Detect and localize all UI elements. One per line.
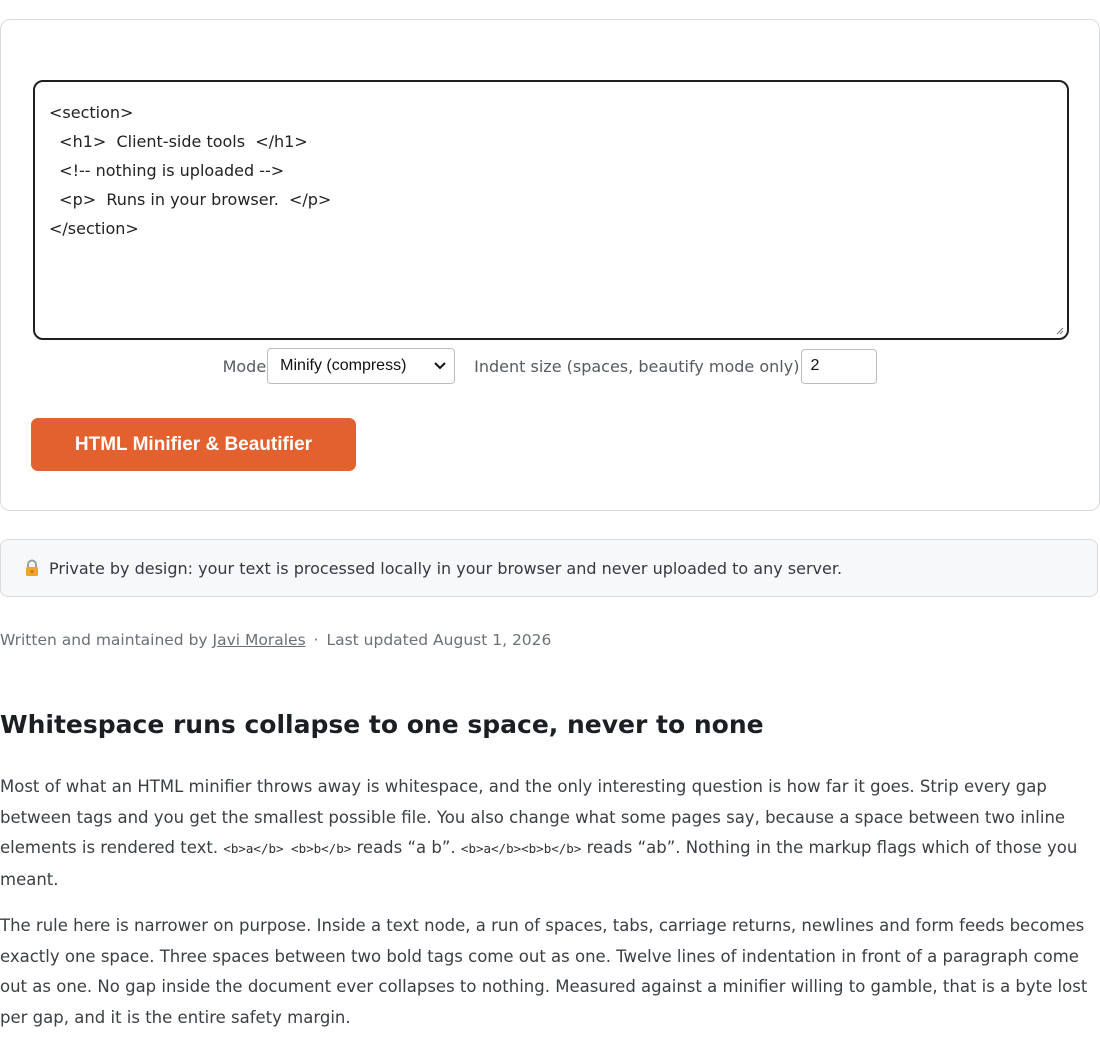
editor-line: <!-- nothing is uploaded --> <box>49 161 285 180</box>
code-snippet: <b>a</b><b>b</b> <box>460 841 582 856</box>
mode-label: Mode <box>222 356 267 376</box>
mode-select[interactable]: Minify (compress) <box>267 348 456 384</box>
byline-separator: · <box>313 631 319 649</box>
indent-size-input[interactable]: 2 <box>801 348 878 384</box>
author-link[interactable]: Javi Morales <box>213 631 306 649</box>
editor-line: <h1> Client-side tools </h1> <box>49 132 308 151</box>
last-updated: Last updated August 1, 2026 <box>326 631 552 649</box>
code-snippet: <b>a</b> <b>b</b> <box>223 841 352 856</box>
paragraph-text: reads “a b”. <box>351 838 461 857</box>
html-input-textarea[interactable]: <section> <h1> Client-side tools </h1> <… <box>33 80 1069 340</box>
editor-line: </section> <box>49 219 139 238</box>
editor-line: <section> <box>49 103 134 122</box>
indent-label: Indent size (spaces, beautify mode only) <box>474 356 800 376</box>
article-paragraph: The rule here is narrower on purpose. In… <box>0 916 1088 1027</box>
article-heading: Whitespace runs collapse to one space, n… <box>0 710 764 739</box>
privacy-notice: Private by design: your text is processe… <box>0 539 1098 597</box>
privacy-notice-text: Private by design: your text is processe… <box>49 558 843 578</box>
chevron-down-icon <box>434 362 446 370</box>
lock-icon <box>26 559 38 576</box>
options-row: Mode Minify (compress) Indent size (spac… <box>0 347 1100 385</box>
resize-handle-icon[interactable] <box>1054 325 1064 335</box>
article-paragraph: Most of what an HTML minifier throws awa… <box>0 772 1098 895</box>
editor-line: <p> Runs in your browser. </p> <box>49 190 332 209</box>
byline: Written and maintained by Javi Morales ·… <box>0 631 551 649</box>
byline-prefix: Written and maintained by <box>0 631 208 649</box>
mode-select-value: Minify (compress) <box>280 357 407 374</box>
minify-beautify-button[interactable]: HTML Minifier & Beautifier <box>31 418 356 471</box>
